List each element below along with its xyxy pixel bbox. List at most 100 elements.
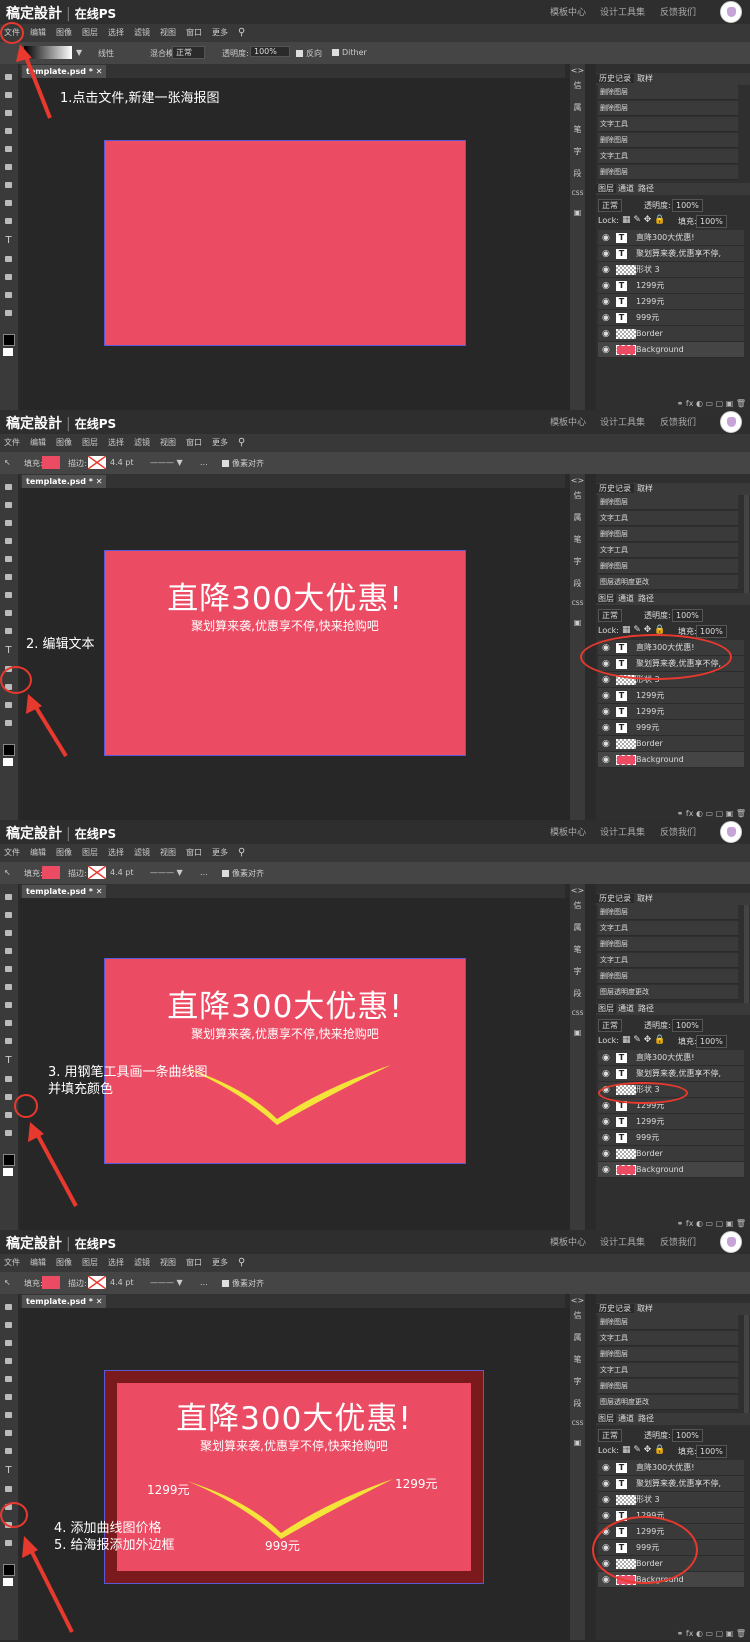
pen-tool-icon[interactable]: [5, 1486, 12, 1492]
side-character[interactable]: 字: [570, 1376, 585, 1387]
image-icon[interactable]: ▣: [570, 208, 585, 217]
eye-icon[interactable]: ◉: [602, 1162, 610, 1178]
brush-tool-icon[interactable]: [5, 146, 12, 152]
more-button[interactable]: ...: [200, 868, 208, 877]
eye-icon[interactable]: ◉: [602, 752, 610, 768]
history-item[interactable]: 文字工具: [598, 921, 738, 936]
side-brush[interactable]: 笔: [570, 534, 585, 545]
history-item[interactable]: 删除图层: [598, 101, 738, 116]
fg-color-swatch[interactable]: [3, 1564, 15, 1576]
side-character[interactable]: 字: [570, 146, 585, 157]
tab-sample[interactable]: 取样: [634, 894, 656, 903]
stroke-style-select[interactable]: ——— ▼: [150, 1278, 183, 1287]
link-feedback[interactable]: 反馈我们: [660, 825, 696, 838]
brush-tool-icon[interactable]: [5, 556, 12, 562]
collapse-icon[interactable]: <>: [570, 476, 585, 485]
crop-tool-icon[interactable]: [5, 128, 12, 134]
eye-icon[interactable]: ◉: [602, 736, 610, 752]
eye-icon[interactable]: ◉: [602, 1146, 610, 1162]
history-scrollbar[interactable]: [744, 495, 749, 595]
layer-row[interactable]: ◉ T 1299元: [598, 688, 744, 704]
bg-color-swatch[interactable]: [3, 348, 13, 356]
dodge-tool-icon[interactable]: [5, 218, 12, 224]
layer-footer-icons[interactable]: ⚭ fx ◐ ▭ ▢ ▣ 🗑: [596, 398, 750, 410]
fill-input[interactable]: 100%: [696, 625, 727, 638]
eye-icon[interactable]: ◉: [602, 310, 610, 326]
menu-view[interactable]: 视图: [160, 434, 176, 452]
stroke-style-select[interactable]: ——— ▼: [150, 868, 183, 877]
history-item[interactable]: 图层透明度更改: [598, 575, 738, 590]
menu-image[interactable]: 图像: [56, 434, 72, 452]
brush-tool-icon[interactable]: [5, 966, 12, 972]
tab-history[interactable]: 历史记录: [596, 894, 634, 903]
fill-swatch[interactable]: [42, 866, 60, 879]
brand-logo[interactable]: 稿定設計 | 在线PS: [6, 823, 116, 843]
menu-filter[interactable]: 滤镜: [134, 434, 150, 452]
eraser-tool-icon[interactable]: [5, 592, 12, 598]
avatar[interactable]: [720, 411, 742, 433]
eye-icon[interactable]: ◉: [602, 1050, 610, 1066]
menu-window[interactable]: 窗口: [186, 844, 202, 862]
opacity-input[interactable]: 100%: [672, 1429, 703, 1442]
menu-more[interactable]: 更多: [212, 24, 228, 42]
text-tool-icon[interactable]: T: [4, 1056, 13, 1066]
side-info[interactable]: 信: [570, 1310, 585, 1321]
menu-select[interactable]: 选择: [108, 844, 124, 862]
text-tool-icon[interactable]: T: [4, 236, 13, 246]
eye-icon[interactable]: ◉: [602, 1130, 610, 1146]
opacity-input[interactable]: 100%: [672, 199, 703, 212]
layer-row[interactable]: ◉ T 直降300大优惠!: [598, 1050, 744, 1066]
close-icon[interactable]: ✕: [96, 67, 103, 76]
stamp-tool-icon[interactable]: [5, 574, 12, 580]
tab-paths[interactable]: 路径: [636, 1414, 656, 1423]
pen-tool-icon[interactable]: [5, 1076, 12, 1082]
blend-mode-select[interactable]: 正常: [598, 199, 622, 212]
avatar[interactable]: [720, 1231, 742, 1253]
tab-channels[interactable]: 通道: [616, 594, 636, 603]
opacity-input[interactable]: 100%: [672, 609, 703, 622]
history-item[interactable]: 删除图层: [598, 1315, 738, 1330]
side-info[interactable]: 信: [570, 490, 585, 501]
eye-icon[interactable]: ◉: [602, 1114, 610, 1130]
align-checkbox[interactable]: 像素对齐: [222, 1278, 264, 1289]
zoom-tool-icon[interactable]: [5, 1130, 12, 1136]
search-icon[interactable]: ⚲: [238, 24, 245, 42]
tab-channels[interactable]: 通道: [616, 1004, 636, 1013]
history-item[interactable]: 删除图层: [598, 527, 738, 542]
image-icon[interactable]: ▣: [570, 1028, 585, 1037]
poster-canvas[interactable]: 直降300大优惠! 聚划算来袭,优惠享不停,快来抢购吧: [104, 550, 466, 756]
dither-checkbox[interactable]: Dither: [332, 48, 367, 57]
layer-footer-icons[interactable]: ⚭ fx ◐ ▭ ▢ ▣ 🗑: [596, 1628, 750, 1640]
hand-tool-icon[interactable]: [5, 702, 12, 708]
blend-mode-select[interactable]: 正常: [598, 1019, 622, 1032]
layer-row[interactable]: ◉ T 1299元: [598, 294, 744, 310]
tab-paths[interactable]: 路径: [636, 594, 656, 603]
tab-paths[interactable]: 路径: [636, 184, 656, 193]
menu-select[interactable]: 选择: [108, 24, 124, 42]
history-item[interactable]: 删除图层: [598, 1347, 738, 1362]
layer-footer-icons[interactable]: ⚭ fx ◐ ▭ ▢ ▣ 🗑: [596, 808, 750, 820]
tab-history[interactable]: 历史记录: [596, 484, 634, 493]
lock-icons[interactable]: ▦ ✎ ✥ 🔒: [622, 215, 665, 225]
eye-icon[interactable]: ◉: [602, 688, 610, 704]
blend-mode-select[interactable]: 正常: [598, 1429, 622, 1442]
history-item[interactable]: 文字工具: [598, 149, 738, 164]
zoom-tool-icon[interactable]: [5, 1540, 12, 1546]
bg-color-swatch[interactable]: [3, 758, 13, 766]
fill-input[interactable]: 100%: [696, 215, 727, 228]
move-tool-icon[interactable]: [5, 1304, 12, 1310]
pointer-tool-icon[interactable]: ↖: [4, 1278, 11, 1287]
tab-sample[interactable]: 取样: [634, 484, 656, 493]
side-css[interactable]: CSS: [570, 190, 585, 197]
menu-select[interactable]: 选择: [108, 1254, 124, 1272]
layer-row[interactable]: ◉ 形状 3: [598, 1492, 744, 1508]
eye-icon[interactable]: ◉: [602, 704, 610, 720]
lasso-tool-icon[interactable]: [5, 520, 12, 526]
tab-layers[interactable]: 图层: [596, 184, 616, 193]
link-feedback[interactable]: 反馈我们: [660, 1235, 696, 1248]
eye-icon[interactable]: ◉: [602, 1508, 610, 1524]
search-icon[interactable]: ⚲: [238, 434, 245, 452]
history-item[interactable]: 删除图层: [598, 969, 738, 984]
tab-sample[interactable]: 取样: [634, 1304, 656, 1313]
menu-filter[interactable]: 滤镜: [134, 1254, 150, 1272]
